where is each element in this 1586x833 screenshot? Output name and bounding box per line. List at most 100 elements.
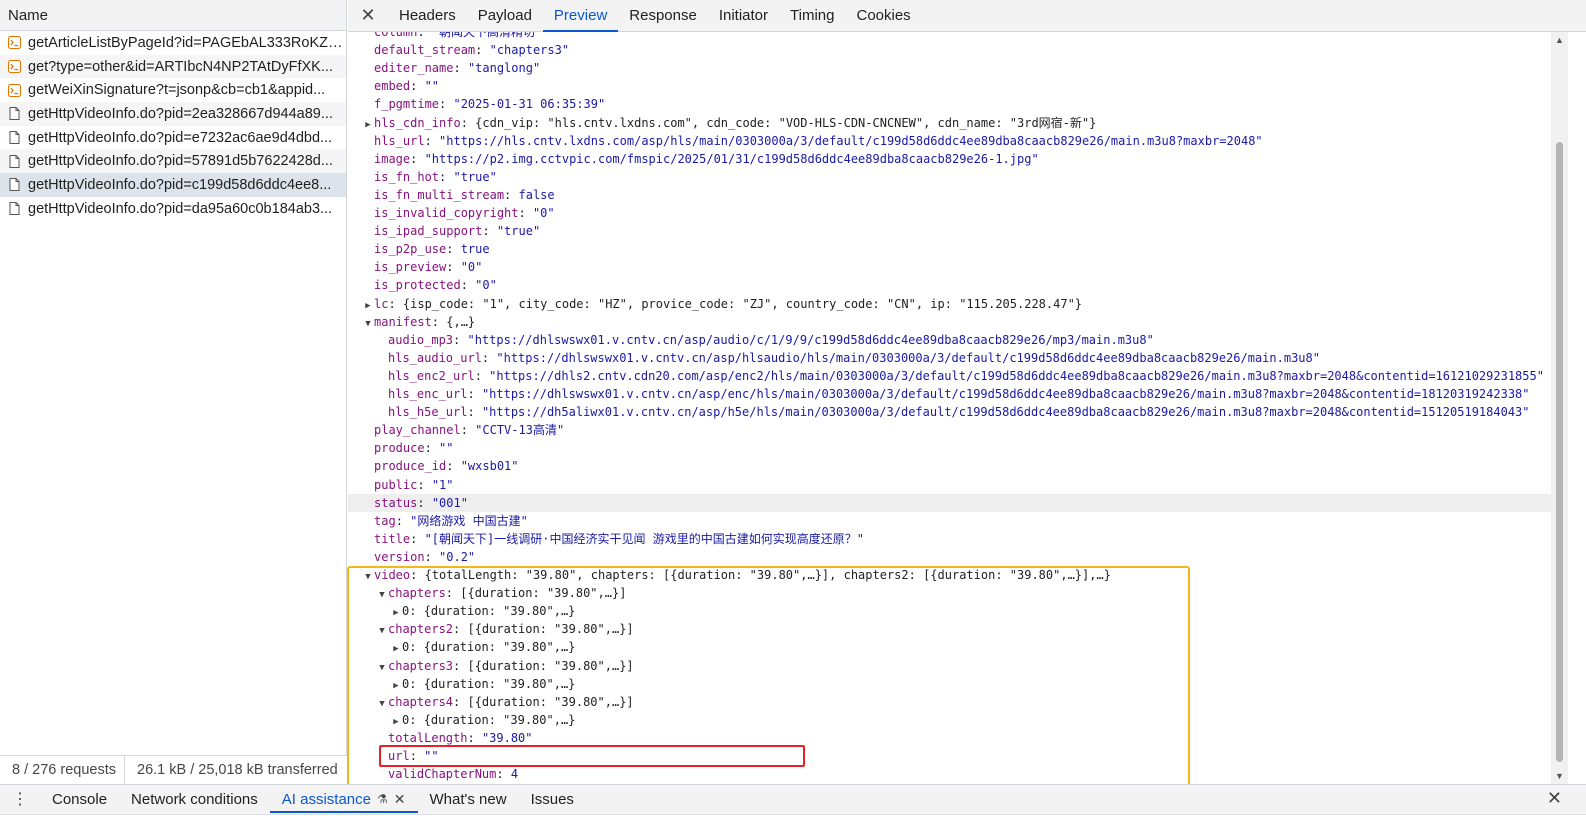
- json-row-chapters4[interactable]: ▼ chapters4: [{duration: "39.80",…}]: [348, 693, 1551, 711]
- close-icon[interactable]: ✕: [1547, 788, 1562, 809]
- json-row-produce: produce: "": [348, 439, 1551, 457]
- json-row-lc[interactable]: ▶ lc: {isp_code: "1", city_code: "HZ", pr…: [348, 295, 1551, 313]
- name-column-header[interactable]: Name: [0, 0, 346, 31]
- json-key: url: [388, 749, 410, 763]
- json-row-audio-mp3: audio_mp3: "https://dhlswswx01.v.cntv.cn…: [348, 331, 1551, 349]
- json-row-editer-name: editer_name: "tanglong": [348, 59, 1551, 77]
- json-key: title: [374, 531, 411, 546]
- drawer-tab-console[interactable]: Console: [40, 785, 119, 813]
- json-value: "true": [496, 224, 541, 239]
- json-row-is-p2p-use: is_p2p_use: true: [348, 240, 1551, 258]
- scroll-thumb[interactable]: [1556, 142, 1563, 762]
- json-row-0[interactable]: ▶ 0: {duration: "39.80",…}: [348, 711, 1551, 729]
- json-key: hls_cdn_info: [374, 115, 461, 130]
- close-icon[interactable]: ✕: [348, 0, 388, 31]
- json-row-0[interactable]: ▶ 0: {duration: "39.80",…}: [348, 638, 1551, 656]
- json-value: "https://p2.img.cctvpic.com/fmspic/2025/…: [424, 151, 1039, 166]
- tab-preview[interactable]: Preview: [542, 0, 619, 32]
- tab-headers[interactable]: Headers: [388, 0, 467, 31]
- scroll-down-icon[interactable]: ▼: [1555, 771, 1564, 781]
- json-value: 4: [510, 767, 519, 782]
- json-key: lc: [374, 296, 389, 311]
- json-value: "39.80": [481, 730, 533, 745]
- drawer-tabbar: ⋮ Console Network conditions AI assistance…: [0, 785, 1586, 813]
- request-name: getHttpVideoInfo.do?pid=c199d58d6ddc4ee8…: [28, 176, 332, 193]
- request-row[interactable]: getHttpVideoInfo.do?pid=e7232ac6ae9d4dbd…: [0, 126, 346, 150]
- json-row-chapters2[interactable]: ▼ chapters2: [{duration: "39.80",…}]: [348, 620, 1551, 638]
- json-colon: :: [467, 387, 482, 401]
- request-row[interactable]: getHttpVideoInfo.do?pid=da95a60c0b184ab3…: [0, 197, 346, 221]
- json-row-chapters[interactable]: ▼ chapters: [{duration: "39.80",…}]: [348, 584, 1551, 602]
- json-colon: :: [496, 767, 511, 782]
- request-name: getHttpVideoInfo.do?pid=57891d5b7622428d…: [28, 153, 333, 170]
- json-key: hls_audio_url: [388, 350, 482, 365]
- request-name: getWeiXinSignature?t=jsonp&cb=cb1&appid.…: [28, 82, 326, 99]
- json-key: editer_name: [374, 61, 454, 76]
- request-row[interactable]: getHttpVideoInfo.do?pid=57891d5b7622428d…: [0, 149, 346, 174]
- json-key: hls_url: [374, 133, 425, 148]
- request-row[interactable]: get?type=other&id=ARTIbcN4NP2TAtDyFfXK..…: [0, 54, 346, 79]
- close-icon[interactable]: ✕: [394, 791, 406, 808]
- drawer-content: [0, 814, 1586, 833]
- json-key: produce_id: [374, 459, 447, 474]
- request-row[interactable]: getHttpVideoInfo.do?pid=c199d58d6ddc4ee8…: [0, 173, 346, 197]
- json-row-status: status: "001": [348, 493, 1551, 512]
- drawer-tab-network-conditions[interactable]: Network conditions: [119, 785, 270, 813]
- json-row-0[interactable]: ▶ 0: {duration: "39.80",…}: [348, 675, 1551, 693]
- request-name: getHttpVideoInfo.do?pid=da95a60c0b184ab3…: [28, 200, 333, 217]
- request-row[interactable]: getHttpVideoInfo.do?pid=2ea328667d944a89…: [0, 102, 346, 126]
- json-key: is_fn_hot: [374, 169, 440, 184]
- json-colon: :: [453, 332, 468, 347]
- json-colon: :: [504, 187, 519, 202]
- json-row-hls-cdn-info[interactable]: ▶ hls_cdn_info: {cdn_vip: "hls.cntv.lxdns…: [348, 114, 1551, 132]
- json-value: "true": [453, 169, 497, 184]
- bottom-drawer: ⋮ Console Network conditions AI assistance…: [0, 784, 1586, 833]
- json-row-0[interactable]: ▶ 0: {duration: "39.80",…}: [348, 602, 1551, 620]
- json-row-manifest[interactable]: ▼ manifest: {,…}: [348, 313, 1551, 331]
- json-colon: :: [453, 658, 468, 673]
- json-value: "": [439, 441, 454, 456]
- json-value: {totalLength: "39.80", chapters: [{durat…: [424, 568, 1111, 582]
- tab-response[interactable]: Response: [618, 0, 708, 31]
- scroll-up-icon[interactable]: ▲: [1555, 35, 1564, 45]
- json-colon: :: [446, 242, 461, 257]
- document-icon: [8, 202, 21, 216]
- network-status-bar: 8 / 276 requests 26.1 kB / 25,018 kB tra…: [0, 755, 347, 785]
- request-name: getHttpVideoInfo.do?pid=2ea328667d944a89…: [28, 105, 333, 122]
- json-key: is_protected: [374, 278, 461, 293]
- json-key: manifest: [374, 314, 432, 329]
- json-key: is_ipad_support: [374, 224, 483, 239]
- json-row-chapters3[interactable]: ▼ chapters3: [{duration: "39.80",…}]: [348, 657, 1551, 675]
- document-icon: [8, 154, 21, 168]
- json-key: hls_h5e_url: [388, 405, 468, 420]
- document-icon: [8, 107, 21, 121]
- document-icon: [8, 178, 21, 192]
- json-value: "0": [460, 260, 483, 275]
- tab-payload[interactable]: Payload: [467, 0, 543, 31]
- tab-initiator[interactable]: Initiator: [708, 0, 779, 31]
- json-row-title: title: "[朝闻天下]一线调研·中国经济实干见闻 游戏里的中国古建如何实现…: [348, 530, 1551, 548]
- json-row-version: version: "0.2": [348, 548, 1551, 566]
- request-row[interactable]: getArticleListByPageId?id=PAGEbAL333RoKZ…: [0, 31, 346, 55]
- json-row-is-ipad-support: is_ipad_support: "true": [348, 222, 1551, 240]
- preview-scrollbar[interactable]: ▲ ▼: [1551, 32, 1568, 784]
- drawer-tab-what-s-new[interactable]: What's new: [418, 785, 519, 813]
- more-vertical-icon[interactable]: ⋮: [0, 789, 40, 809]
- json-key: is_fn_multi_stream: [374, 187, 505, 202]
- request-row[interactable]: getWeiXinSignature?t=jsonp&cb=cb1&appid.…: [0, 78, 346, 102]
- json-row-video[interactable]: ▼ video: {totalLength: "39.80", chapters:…: [348, 566, 1551, 584]
- json-row-is-preview: is_preview: "0": [348, 258, 1551, 276]
- json-colon: :: [453, 694, 468, 709]
- drawer-tab-issues[interactable]: Issues: [519, 785, 586, 813]
- json-colon: :: [446, 459, 461, 474]
- json-value: "chapters3": [489, 43, 570, 58]
- json-key: audio_mp3: [388, 332, 454, 347]
- tab-cookies[interactable]: Cookies: [845, 0, 921, 31]
- json-value: {duration: "39.80",…}: [423, 712, 576, 727]
- drawer-tabs: Console Network conditions AI assistance ⚗ ✕…: [40, 785, 586, 813]
- drawer-tab-label: Network conditions: [131, 790, 258, 808]
- tab-timing[interactable]: Timing: [779, 0, 845, 31]
- json-value: [{duration: "39.80",…}]: [467, 694, 634, 709]
- json-value: "wxsb01": [460, 459, 519, 474]
- drawer-tab-ai-assistance[interactable]: AI assistance ⚗ ✕: [269, 785, 418, 813]
